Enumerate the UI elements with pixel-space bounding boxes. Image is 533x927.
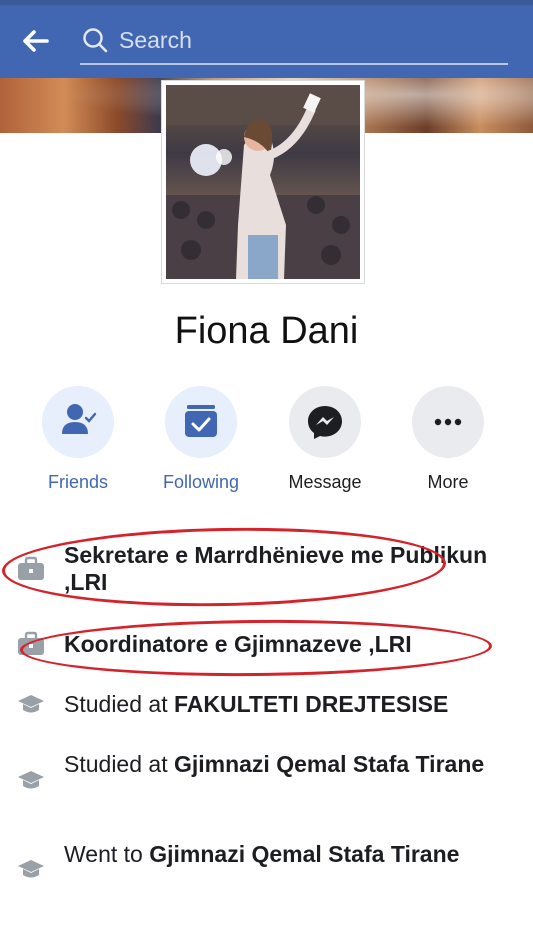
- info-text-education-3: Went to Gjimnazi Qemal Stafa Tirane: [64, 841, 504, 868]
- graduation-cap-icon: [18, 860, 44, 878]
- status-strip: [0, 0, 533, 5]
- search-underline: [80, 63, 508, 65]
- profile-photo-illustration: [166, 85, 360, 279]
- info-prefix: Studied at: [64, 751, 174, 777]
- top-bar: Search: [0, 0, 533, 78]
- more-dots-icon: [434, 418, 462, 426]
- search-icon[interactable]: [82, 27, 108, 53]
- friends-button-circle[interactable]: [42, 386, 114, 458]
- annotation-oval-2: [19, 617, 493, 679]
- friends-label: Friends: [47, 472, 109, 492]
- following-button[interactable]: Following: [151, 386, 251, 493]
- more-button[interactable]: More: [398, 386, 498, 493]
- school-name[interactable]: Gjimnazi Qemal Stafa Tirane: [174, 751, 484, 777]
- back-arrow-icon[interactable]: [20, 26, 50, 56]
- message-button[interactable]: Message: [275, 386, 375, 493]
- more-label: More: [427, 472, 469, 492]
- profile-picture-frame[interactable]: [161, 80, 365, 284]
- school-name[interactable]: FAKULTETI DREJTESISE: [174, 691, 448, 717]
- search-input[interactable]: Search: [119, 27, 192, 54]
- friends-icon: [62, 404, 97, 434]
- more-button-circle[interactable]: [412, 386, 484, 458]
- profile-picture[interactable]: [166, 85, 360, 279]
- graduation-cap-icon: [18, 771, 44, 789]
- message-button-circle[interactable]: [289, 386, 361, 458]
- following-label: Following: [162, 472, 240, 492]
- message-label: Message: [288, 472, 362, 492]
- info-text-education-1: Studied at FAKULTETI DREJTESISE: [64, 691, 504, 718]
- annotation-oval-1: [1, 524, 447, 610]
- info-text-education-2: Studied at Gjimnazi Qemal Stafa Tirane: [64, 751, 504, 778]
- profile-name: Fiona Dani: [174, 310, 359, 352]
- info-prefix: Went to: [64, 841, 150, 867]
- graduation-cap-icon: [18, 695, 44, 713]
- messenger-icon: [308, 406, 342, 439]
- school-name[interactable]: Gjimnazi Qemal Stafa Tirane: [149, 841, 459, 867]
- info-prefix: Studied at: [64, 691, 174, 717]
- following-icon: [185, 405, 217, 437]
- friends-button[interactable]: Friends: [28, 386, 128, 493]
- following-button-circle[interactable]: [165, 386, 237, 458]
